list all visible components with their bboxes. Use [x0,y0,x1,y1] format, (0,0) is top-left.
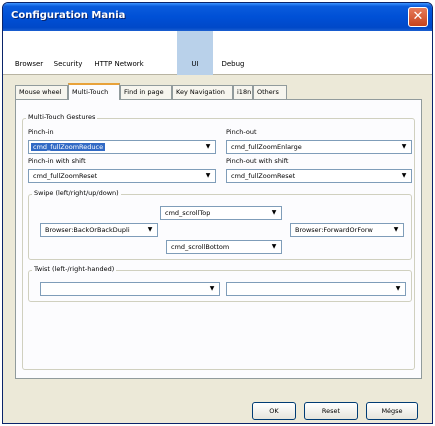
pinch-in-select[interactable]: cmd_fullZoomReduce ▼ [28,140,216,154]
category-toolbar: Browser Security HTTP Network UI Debug [3,31,432,75]
chevron-down-icon[interactable]: ▼ [202,142,214,152]
swipe-up-value: cmd_scrollTop [165,209,211,217]
cancel-button[interactable]: Mégse [366,402,418,420]
swipe-right-select[interactable]: Browser:ForwardOrForw ▼ [290,223,404,237]
pinch-out-value: cmd_fullZoomEnlarge [231,143,302,151]
swipe-down-select[interactable]: cmd_scrollBottom ▼ [166,240,282,254]
tab-key-navigation[interactable]: Key Navigation [172,85,233,99]
tab-label: Multi-Touch [72,88,109,96]
chevron-down-icon[interactable]: ▼ [398,171,410,181]
toolbar-debug[interactable]: Debug [219,31,247,75]
toolbar-http-network[interactable]: HTTP Network [90,31,148,75]
twist-group-label: Twist (left-/right-handed) [32,265,117,273]
chevron-down-icon[interactable]: ▼ [398,142,410,152]
tab-label: Find in page [124,88,164,96]
toolbar-label: Debug [221,60,245,68]
swipe-group-label: Swipe (left/right/up/down) [32,189,121,197]
chevron-down-icon[interactable]: ▼ [390,225,402,235]
close-icon[interactable]: ✕ [408,7,428,27]
tab-i18n[interactable]: i18n [233,85,253,99]
toolbar-browser[interactable]: Browser [11,31,47,75]
swipe-right-value: Browser:ForwardOrForw [295,226,373,234]
tab-label: Key Navigation [176,88,225,96]
chevron-down-icon[interactable]: ▼ [392,284,404,294]
reset-button[interactable]: Reset [304,402,358,420]
pinch-out-shift-select[interactable]: cmd_fullZoomReset ▼ [226,169,412,183]
tab-label: Mouse wheel [19,88,62,96]
twist-left-select[interactable]: ▼ [40,282,220,296]
pinch-in-shift-value: cmd_fullZoomReset [33,172,98,180]
swipe-up-select[interactable]: cmd_scrollTop ▼ [160,206,282,220]
toolbar-label: Security [53,60,83,68]
pinch-out-shift-value: cmd_fullZoomReset [231,172,296,180]
config-window: Configuration Mania ✕ Browser Security H… [2,2,433,424]
tab-mouse-wheel[interactable]: Mouse wheel [15,85,68,99]
multi-touch-panel: Multi-Touch Gestures Pinch-in cmd_fullZo… [15,99,422,379]
toolbar-label: Browser [14,60,44,68]
tab-label: Others [257,88,279,96]
window-title: Configuration Mania [11,10,126,21]
tab-multi-touch[interactable]: Multi-Touch [68,83,120,100]
chevron-down-icon[interactable]: ▼ [268,208,280,218]
pinch-out-label: Pinch-out [226,128,257,136]
chevron-down-icon[interactable]: ▼ [202,171,214,181]
pinch-out-shift-label: Pinch-out with shift [226,157,289,165]
pinch-in-shift-label: Pinch-in with shift [28,157,86,165]
multitouch-group-label: Multi-Touch Gestures [26,113,98,121]
tab-label: i18n [237,88,252,96]
pinch-in-value: cmd_fullZoomReduce [31,143,106,151]
pinch-in-shift-select[interactable]: cmd_fullZoomReset ▼ [28,169,216,183]
chevron-down-icon[interactable]: ▼ [268,242,280,252]
toolbar-security[interactable]: Security [51,31,85,75]
toolbar-ui[interactable]: UI [177,31,213,75]
title-bar: Configuration Mania ✕ [3,3,432,31]
chevron-down-icon[interactable]: ▼ [206,284,218,294]
pinch-out-select[interactable]: cmd_fullZoomEnlarge ▼ [226,140,412,154]
chevron-down-icon[interactable]: ▼ [144,225,156,235]
toolbar-label: HTTP Network [94,60,144,68]
swipe-left-value: Browser:BackOrBackDupli [45,226,130,234]
tab-others[interactable]: Others [253,85,287,99]
swipe-down-value: cmd_scrollBottom [171,243,230,251]
swipe-left-select[interactable]: Browser:BackOrBackDupli ▼ [40,223,158,237]
ok-button[interactable]: OK [252,402,296,420]
tab-find-in-page[interactable]: Find in page [120,85,172,99]
toolbar-label: UI [191,60,199,68]
twist-right-select[interactable]: ▼ [226,282,406,296]
pinch-in-label: Pinch-in [28,128,54,136]
